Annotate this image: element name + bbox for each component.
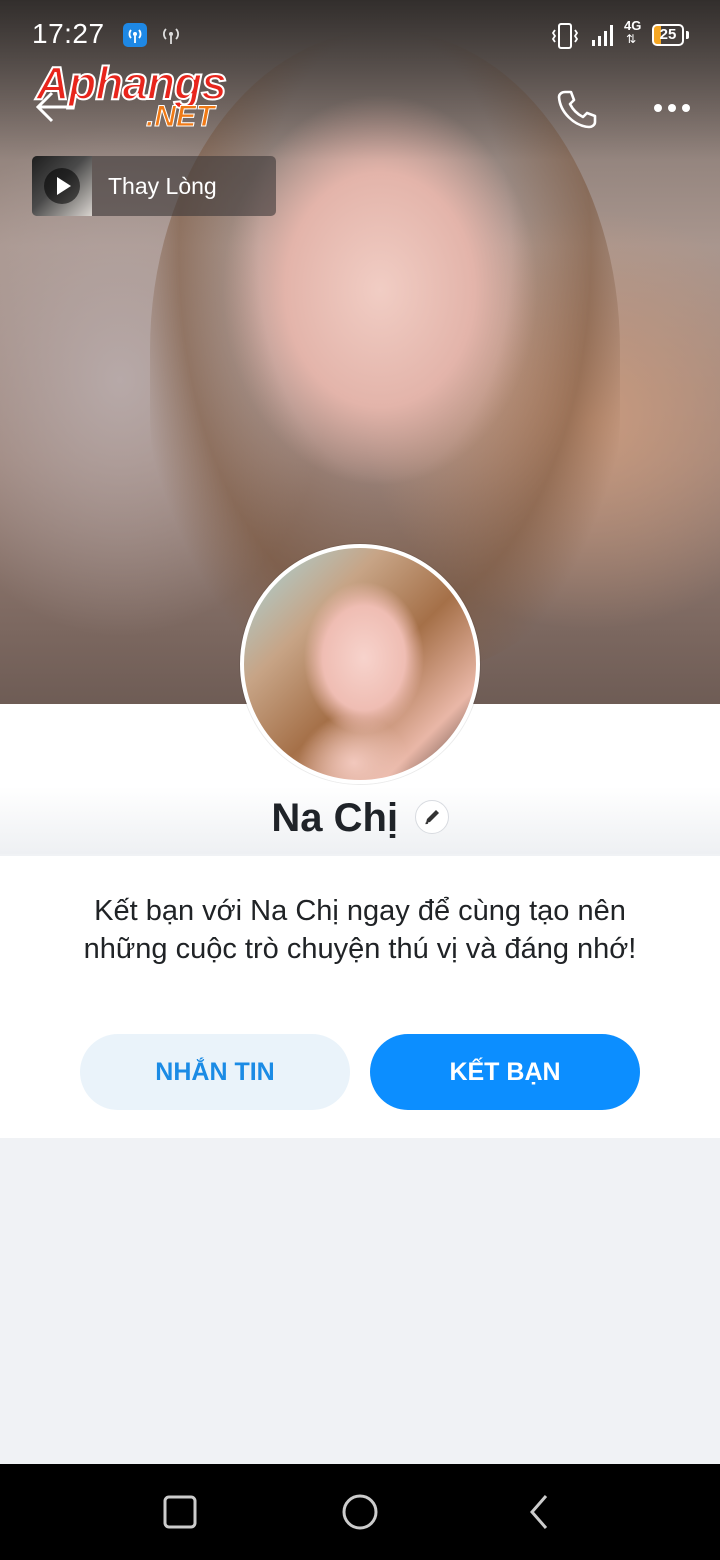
add-friend-button[interactable]: KẾT BẠN (370, 1034, 640, 1110)
battery-icon: 25 (652, 24, 684, 46)
phone-icon[interactable] (556, 88, 598, 130)
message-button[interactable]: NHẮN TIN (80, 1034, 350, 1110)
add-friend-card: Kết bạn với Na Chị ngay để cùng tạo nên … (0, 856, 720, 1138)
edit-pencil-icon[interactable] (414, 799, 449, 834)
music-title: Thay Lòng (108, 172, 217, 199)
more-icon[interactable] (652, 98, 692, 118)
profile-music-pill[interactable]: Thay Lòng (32, 156, 276, 216)
home-circle-icon[interactable] (340, 1492, 380, 1532)
vibrate-icon (551, 23, 579, 49)
battery-tip (686, 31, 689, 39)
hotspot-icon (123, 23, 147, 47)
signal-icon (592, 25, 613, 46)
profile-avatar[interactable] (240, 544, 480, 784)
data-arrows-icon: ⇅ (626, 32, 637, 46)
music-cover-thumbnail (32, 156, 92, 216)
network-type: 4G (624, 18, 642, 33)
battery-level: 25 (659, 26, 677, 43)
wifi-calling-icon (163, 28, 179, 44)
profile-name-row: Na Chị (0, 796, 720, 852)
recents-square-icon[interactable] (162, 1492, 198, 1532)
back-arrow-icon[interactable] (34, 88, 76, 126)
back-triangle-icon[interactable] (524, 1492, 554, 1532)
profile-name: Na Chị (271, 796, 399, 840)
status-time: 17:27 (32, 18, 105, 49)
friend-intro-text: Kết bạn với Na Chị ngay để cùng tạo nên … (83, 895, 637, 965)
watermark-line2: .NET (145, 100, 215, 134)
play-icon[interactable] (44, 168, 80, 204)
system-nav-bar (0, 1464, 720, 1560)
